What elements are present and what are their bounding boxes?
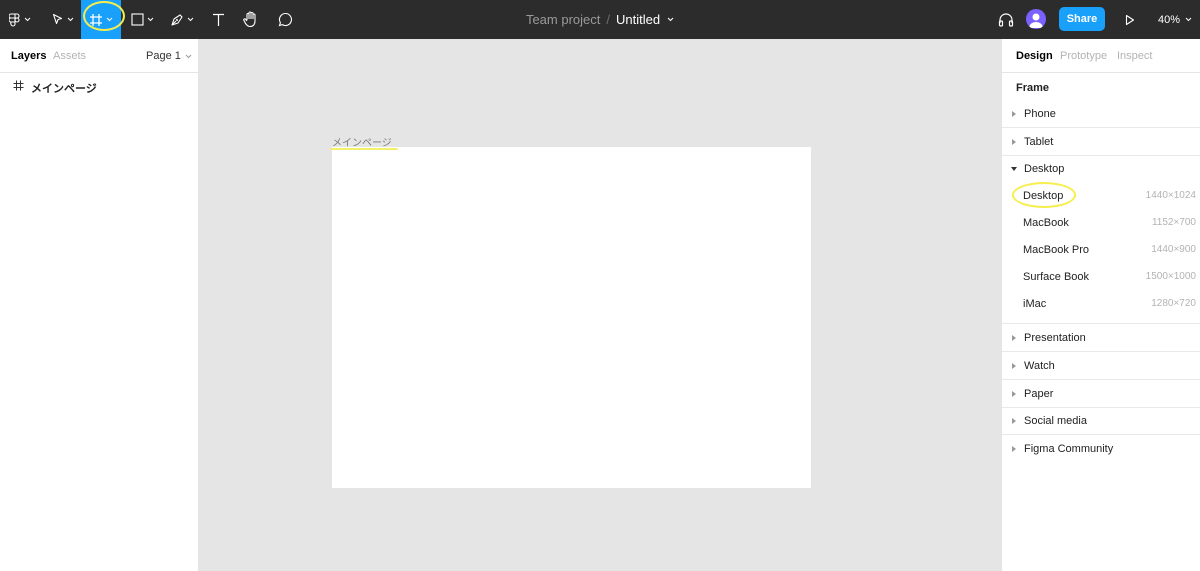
- layer-label: メインページ: [31, 83, 97, 95]
- left-panel-tabs: Layers Assets Page 1: [0, 39, 199, 73]
- category-social-media[interactable]: Social media: [1002, 407, 1200, 435]
- preset-imac[interactable]: iMac 1280×720: [1002, 291, 1200, 317]
- move-tool-icon: [52, 13, 63, 25]
- layer-item[interactable]: メインページ: [0, 77, 199, 95]
- preset-name: MacBook: [1023, 217, 1069, 229]
- preset-surface-book[interactable]: Surface Book 1500×1000: [1002, 264, 1200, 290]
- caret-right-icon: [1012, 418, 1016, 424]
- preset-name: iMac: [1023, 298, 1047, 310]
- comment-tool-button[interactable]: [272, 0, 298, 39]
- audio-button[interactable]: [994, 0, 1018, 39]
- frame-icon: [13, 80, 24, 91]
- chevron-down-icon: [1185, 17, 1192, 22]
- caret-right-icon: [1012, 335, 1016, 341]
- canvas[interactable]: メインページ: [199, 39, 1001, 571]
- rectangle-tool-icon: [130, 13, 144, 26]
- zoom-level: 40%: [1158, 13, 1181, 26]
- category-label: Phone: [1024, 108, 1056, 120]
- file-name-dropdown[interactable]: Untitled: [616, 12, 674, 27]
- layers-panel: Layers Assets Page 1 メインページ: [0, 39, 199, 571]
- caret-right-icon: [1012, 391, 1016, 397]
- share-button[interactable]: Share: [1059, 7, 1105, 31]
- tab-design[interactable]: Design: [1016, 50, 1053, 62]
- figma-menu-icon: [9, 12, 20, 27]
- hand-tool-button[interactable]: [237, 0, 265, 39]
- page-name: Page 1: [146, 50, 181, 62]
- category-desktop: Desktop Desktop 1440×1024 MacBook 1152×7…: [1002, 155, 1200, 324]
- title-separator: /: [606, 12, 610, 27]
- tab-assets[interactable]: Assets: [53, 50, 86, 62]
- category-presentation[interactable]: Presentation: [1002, 324, 1200, 352]
- user-icon: [1029, 13, 1043, 28]
- hand-tool-icon: [243, 11, 256, 28]
- text-tool-button[interactable]: [205, 0, 231, 39]
- preset-size: 1280×720: [1151, 298, 1196, 309]
- chevron-down-icon: [147, 17, 153, 22]
- tab-prototype[interactable]: Prototype: [1060, 50, 1107, 62]
- caret-right-icon: [1012, 139, 1016, 145]
- headphones-icon: [998, 13, 1014, 27]
- top-toolbar: Team project / Untitled Share 40%: [0, 0, 1200, 39]
- category-desktop-header[interactable]: Desktop: [1002, 155, 1200, 183]
- frame-tool-button[interactable]: [81, 0, 121, 39]
- tab-layers[interactable]: Layers: [11, 50, 46, 62]
- chevron-down-icon: [185, 54, 192, 58]
- rectangle-tool-button[interactable]: [125, 0, 159, 39]
- frame-heading: Frame: [1016, 82, 1050, 94]
- preset-size: 1500×1000: [1145, 271, 1196, 282]
- user-avatar[interactable]: [1026, 9, 1046, 29]
- pen-tool-button[interactable]: [165, 0, 199, 39]
- chevron-down-icon: [106, 17, 113, 22]
- category-tablet[interactable]: Tablet: [1002, 128, 1200, 156]
- preset-macbook[interactable]: MacBook 1152×700: [1002, 210, 1200, 236]
- preset-macbook-pro[interactable]: MacBook Pro 1440×900: [1002, 237, 1200, 263]
- play-icon: [1125, 14, 1135, 25]
- caret-right-icon: [1012, 111, 1016, 117]
- project-name[interactable]: Team project: [526, 12, 600, 27]
- preset-size: 1440×1024: [1145, 190, 1196, 201]
- category-label: Social media: [1024, 415, 1087, 427]
- comment-tool-icon: [278, 12, 292, 27]
- move-tool-button[interactable]: [46, 0, 80, 39]
- figma-app: Team project / Untitled Share 40% Layers…: [0, 0, 1200, 571]
- preset-size: 1440×900: [1151, 244, 1196, 255]
- chevron-down-icon: [24, 17, 31, 22]
- file-name[interactable]: Untitled: [616, 12, 660, 27]
- main-menu-button[interactable]: [0, 0, 40, 39]
- text-tool-icon: [212, 13, 224, 26]
- category-label: Figma Community: [1024, 443, 1114, 455]
- caret-right-icon: [1012, 363, 1016, 369]
- design-panel: Design Prototype Inspect Frame Phone Tab…: [1001, 39, 1200, 571]
- preset-size: 1152×700: [1151, 217, 1196, 228]
- tab-inspect[interactable]: Inspect: [1117, 50, 1152, 62]
- right-panel-tabs: Design Prototype Inspect: [1002, 39, 1200, 73]
- category-figma-community[interactable]: Figma Community: [1002, 435, 1200, 463]
- preset-name: Desktop: [1023, 190, 1064, 202]
- chevron-down-icon: [667, 17, 674, 22]
- caret-right-icon: [1012, 446, 1016, 452]
- present-button[interactable]: [1120, 0, 1140, 39]
- category-label: Watch: [1024, 360, 1055, 372]
- preset-name: MacBook Pro: [1023, 244, 1090, 256]
- annotation-underline: [330, 148, 398, 150]
- desktop-frame[interactable]: [332, 147, 811, 488]
- chevron-down-icon: [67, 17, 74, 22]
- category-paper[interactable]: Paper: [1002, 380, 1200, 408]
- category-label: Tablet: [1024, 136, 1054, 148]
- category-watch[interactable]: Watch: [1002, 352, 1200, 380]
- category-phone[interactable]: Phone: [1002, 100, 1200, 128]
- preset-desktop[interactable]: Desktop 1440×1024: [1002, 183, 1200, 209]
- category-label: Desktop: [1024, 163, 1065, 175]
- category-label: Paper: [1024, 388, 1054, 400]
- preset-name: Surface Book: [1023, 271, 1090, 283]
- category-label: Presentation: [1024, 332, 1086, 344]
- page-selector[interactable]: Page 1: [146, 50, 192, 62]
- pen-tool-icon: [171, 13, 183, 26]
- zoom-dropdown[interactable]: 40%: [1158, 0, 1192, 39]
- chevron-down-icon: [187, 17, 194, 22]
- frame-tool-icon: [90, 13, 102, 26]
- caret-down-icon: [1011, 167, 1017, 171]
